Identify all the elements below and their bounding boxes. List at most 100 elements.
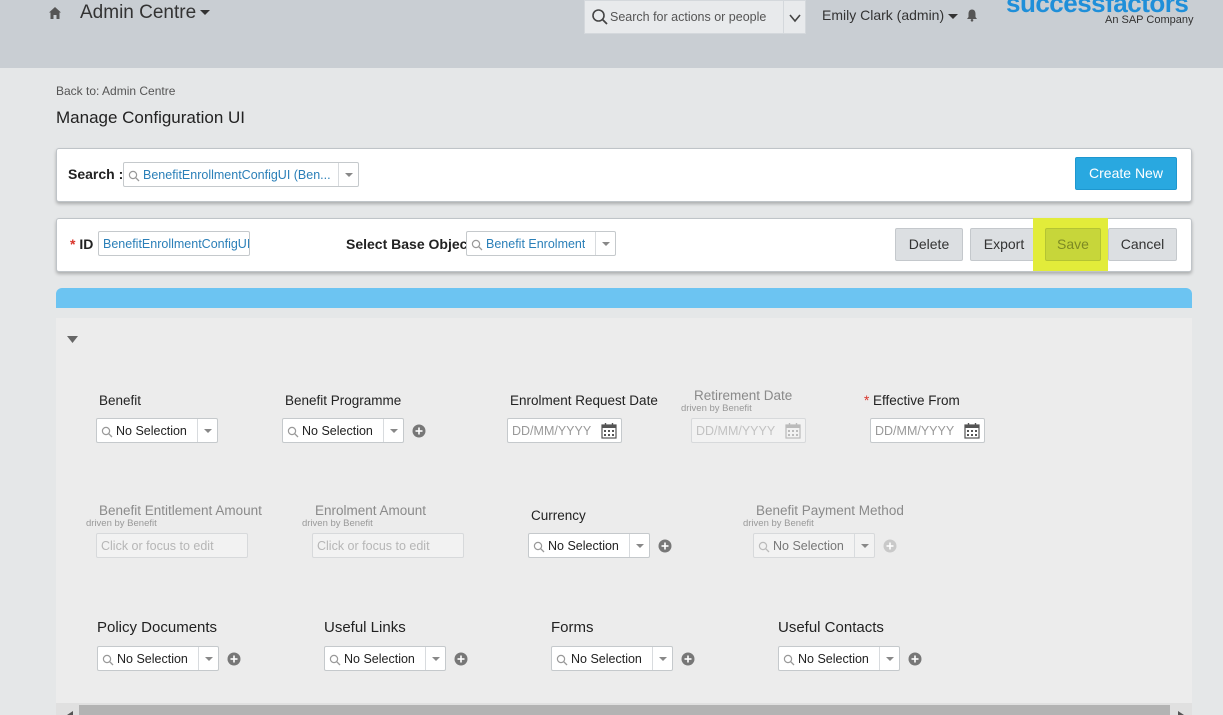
- cancel-button[interactable]: Cancel: [1108, 228, 1177, 261]
- global-search-input[interactable]: Search for actions or people: [584, 0, 784, 34]
- app-title-menu[interactable]: Admin Centre: [80, 2, 211, 24]
- effective-from-label-text: Effective From: [873, 393, 960, 408]
- enrolment-request-date-input[interactable]: DD/MM/YYYY: [507, 418, 622, 443]
- policy-documents-label: Policy Documents: [97, 619, 218, 636]
- search-icon: [758, 540, 770, 558]
- id-label-text: ID: [79, 236, 94, 252]
- dropdown-arrow-icon[interactable]: [198, 647, 218, 670]
- calendar-icon: [785, 422, 801, 444]
- date-placeholder: DD/MM/YYYY: [512, 424, 592, 438]
- id-label: * ID: [70, 236, 93, 252]
- bell-icon[interactable]: [965, 8, 979, 27]
- forms-select[interactable]: No Selection: [551, 646, 673, 671]
- chevron-down-icon: [948, 13, 959, 19]
- benefit-payment-method-sub: driven by Benefit: [743, 518, 814, 529]
- add-circle-icon[interactable]: [454, 652, 468, 666]
- search-options-button[interactable]: [784, 0, 806, 34]
- benefit-select[interactable]: No Selection: [96, 418, 218, 443]
- search-icon: [783, 653, 795, 671]
- export-button[interactable]: Export: [970, 228, 1038, 261]
- save-button[interactable]: Save: [1045, 228, 1101, 261]
- forms-label: Forms: [551, 619, 594, 636]
- page-title: Manage Configuration UI: [56, 108, 246, 127]
- create-new-button[interactable]: Create New: [1075, 157, 1177, 190]
- add-circle-icon[interactable]: [412, 424, 426, 438]
- add-circle-icon[interactable]: [681, 652, 695, 666]
- search-label: Search :: [68, 166, 124, 182]
- collapse-triangle-icon[interactable]: [67, 331, 78, 349]
- useful-links-select[interactable]: No Selection: [324, 646, 446, 671]
- add-circle-icon[interactable]: [658, 539, 672, 553]
- search-icon: [591, 8, 609, 31]
- effective-from-label: * Effective From: [864, 393, 960, 408]
- add-circle-icon[interactable]: [908, 652, 922, 666]
- dropdown-arrow-icon: [854, 534, 874, 557]
- base-object-value: Benefit Enrolment: [486, 237, 586, 251]
- search-icon: [329, 653, 341, 671]
- chevron-down-icon: [789, 11, 801, 29]
- search-icon: [471, 238, 483, 256]
- useful-contacts-label: Useful Contacts: [778, 619, 884, 636]
- add-circle-icon: [883, 539, 897, 553]
- home-icon[interactable]: [47, 5, 63, 21]
- search-placeholder: Search for actions or people: [610, 10, 767, 24]
- brand-logo: successfactors An SAP Company: [1006, 0, 1193, 28]
- input-placeholder: Click or focus to edit: [101, 539, 214, 553]
- base-object-label: Select Base Object: [346, 236, 473, 252]
- benefit-programme-value: No Selection: [302, 424, 373, 438]
- benefit-payment-method-value: No Selection: [773, 539, 844, 553]
- id-input[interactable]: BenefitEnrollmentConfigUI: [98, 231, 250, 256]
- config-search-combo[interactable]: BenefitEnrollmentConfigUI (Ben...: [123, 162, 359, 187]
- useful-contacts-value: No Selection: [798, 652, 869, 666]
- currency-value: No Selection: [548, 539, 619, 553]
- useful-links-value: No Selection: [344, 652, 415, 666]
- benefit-payment-method-label: Benefit Payment Method: [756, 503, 904, 518]
- horizontal-scrollbar[interactable]: [56, 703, 1192, 715]
- dropdown-arrow-icon[interactable]: [197, 419, 217, 442]
- search-icon: [556, 653, 568, 671]
- currency-select[interactable]: No Selection: [528, 533, 650, 558]
- calendar-icon[interactable]: [964, 422, 980, 444]
- enrolment-amount-sub: driven by Benefit: [302, 518, 373, 529]
- dropdown-arrow-icon[interactable]: [383, 419, 403, 442]
- scrollbar-thumb[interactable]: [79, 705, 1170, 715]
- benefit-payment-method-select: No Selection: [753, 533, 875, 558]
- scroll-left-icon[interactable]: [67, 706, 73, 715]
- benefit-label: Benefit: [99, 393, 142, 408]
- dropdown-arrow-icon[interactable]: [338, 163, 358, 186]
- enrolment-amount-input: Click or focus to edit: [312, 533, 464, 558]
- scroll-right-icon[interactable]: [1178, 706, 1184, 715]
- top-header: Admin Centre Search for actions or peopl…: [0, 0, 1223, 68]
- calendar-icon[interactable]: [601, 422, 617, 444]
- search-icon: [287, 425, 299, 443]
- search-icon: [102, 653, 114, 671]
- user-menu[interactable]: Emily Clark (admin): [822, 7, 959, 23]
- dropdown-arrow-icon[interactable]: [595, 232, 615, 255]
- benefit-value: No Selection: [116, 424, 187, 438]
- forms-value: No Selection: [571, 652, 642, 666]
- dropdown-arrow-icon[interactable]: [425, 647, 445, 670]
- user-name: Emily Clark (admin): [822, 7, 945, 23]
- benefit-programme-select[interactable]: No Selection: [282, 418, 404, 443]
- search-icon: [101, 425, 113, 443]
- useful-contacts-select[interactable]: No Selection: [778, 646, 900, 671]
- enrolment-request-date-label: Enrolment Request Date: [510, 393, 658, 408]
- effective-from-input[interactable]: DD/MM/YYYY: [870, 418, 985, 443]
- policy-documents-select[interactable]: No Selection: [97, 646, 219, 671]
- dropdown-arrow-icon[interactable]: [879, 647, 899, 670]
- breadcrumb[interactable]: Back to: Admin Centre: [56, 84, 175, 98]
- brand-tagline: An SAP Company: [1105, 14, 1194, 26]
- date-placeholder: DD/MM/YYYY: [696, 424, 776, 438]
- add-circle-icon[interactable]: [227, 652, 241, 666]
- required-marker: *: [70, 236, 76, 252]
- delete-button[interactable]: Delete: [895, 228, 963, 261]
- benefit-entitlement-amount-label: Benefit Entitlement Amount: [99, 503, 262, 518]
- retirement-date-input: DD/MM/YYYY: [691, 418, 806, 443]
- retirement-date-label: Retirement Date: [694, 388, 793, 403]
- benefit-programme-label: Benefit Programme: [285, 393, 402, 408]
- base-object-combo[interactable]: Benefit Enrolment: [466, 231, 616, 256]
- chevron-down-icon: [200, 10, 211, 16]
- policy-documents-value: No Selection: [117, 652, 188, 666]
- dropdown-arrow-icon[interactable]: [652, 647, 672, 670]
- dropdown-arrow-icon[interactable]: [629, 534, 649, 557]
